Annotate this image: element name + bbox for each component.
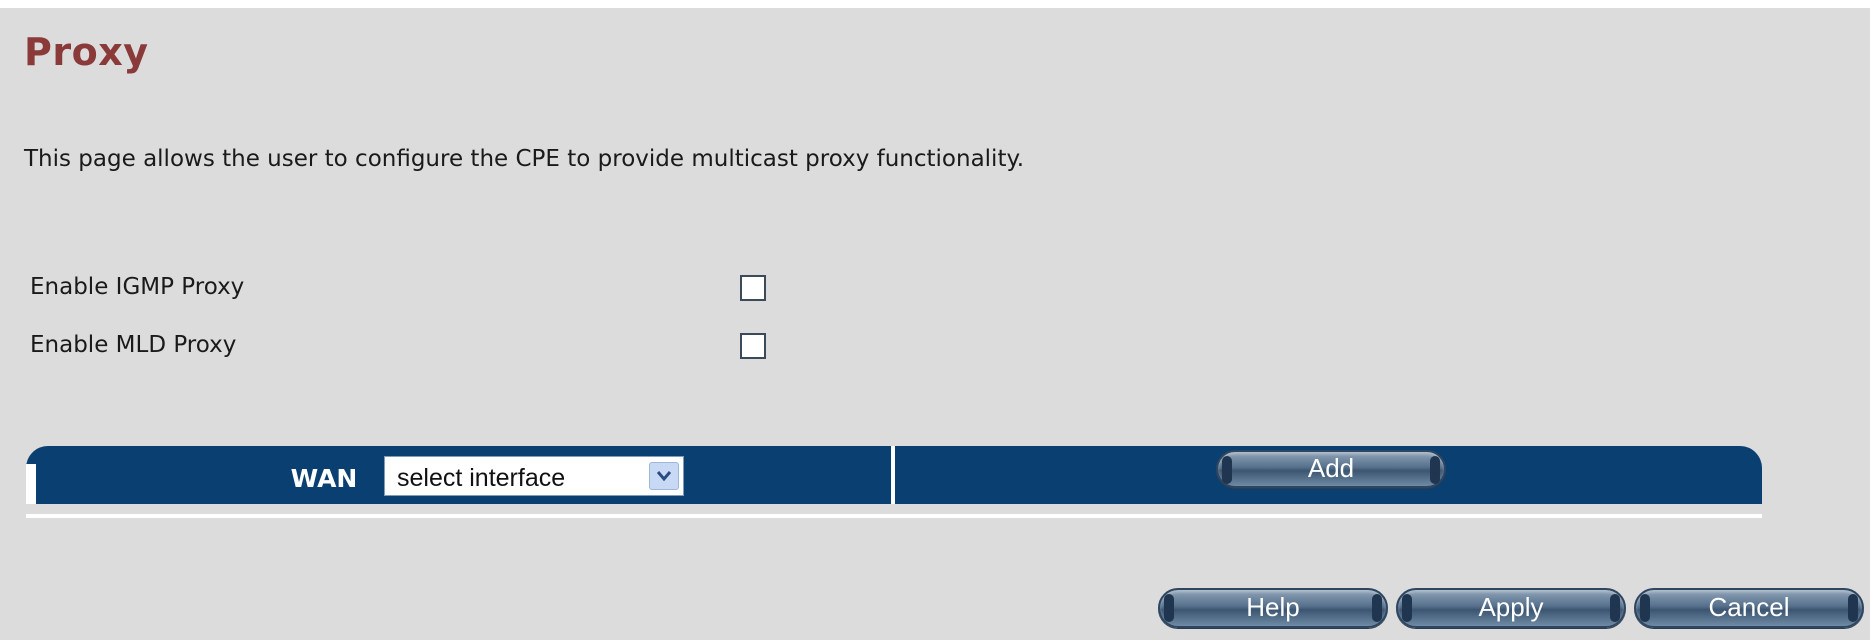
wan-interface-bar: WAN select interface Add bbox=[26, 446, 1762, 504]
enable-igmp-proxy-label: Enable IGMP Proxy bbox=[30, 274, 245, 300]
wan-interface-select-value: select interface bbox=[397, 464, 566, 492]
page-description: This page allows the user to configure t… bbox=[24, 146, 1025, 172]
enable-mld-proxy-label: Enable MLD Proxy bbox=[30, 332, 237, 358]
wan-label: WAN bbox=[290, 464, 358, 493]
chevron-down-icon[interactable] bbox=[649, 462, 679, 490]
cancel-button[interactable]: Cancel bbox=[1634, 588, 1864, 628]
top-strip bbox=[0, 0, 1870, 8]
enable-mld-proxy-checkbox[interactable] bbox=[740, 333, 766, 359]
wan-interface-select[interactable]: select interface bbox=[384, 456, 684, 496]
enable-igmp-proxy-checkbox[interactable] bbox=[740, 275, 766, 301]
apply-button[interactable]: Apply bbox=[1396, 588, 1626, 628]
wan-bar-underline bbox=[26, 514, 1762, 518]
page-title: Proxy bbox=[24, 30, 149, 74]
add-button[interactable]: Add bbox=[1216, 450, 1446, 488]
wan-bar-divider bbox=[891, 446, 895, 504]
help-button[interactable]: Help bbox=[1158, 588, 1388, 628]
